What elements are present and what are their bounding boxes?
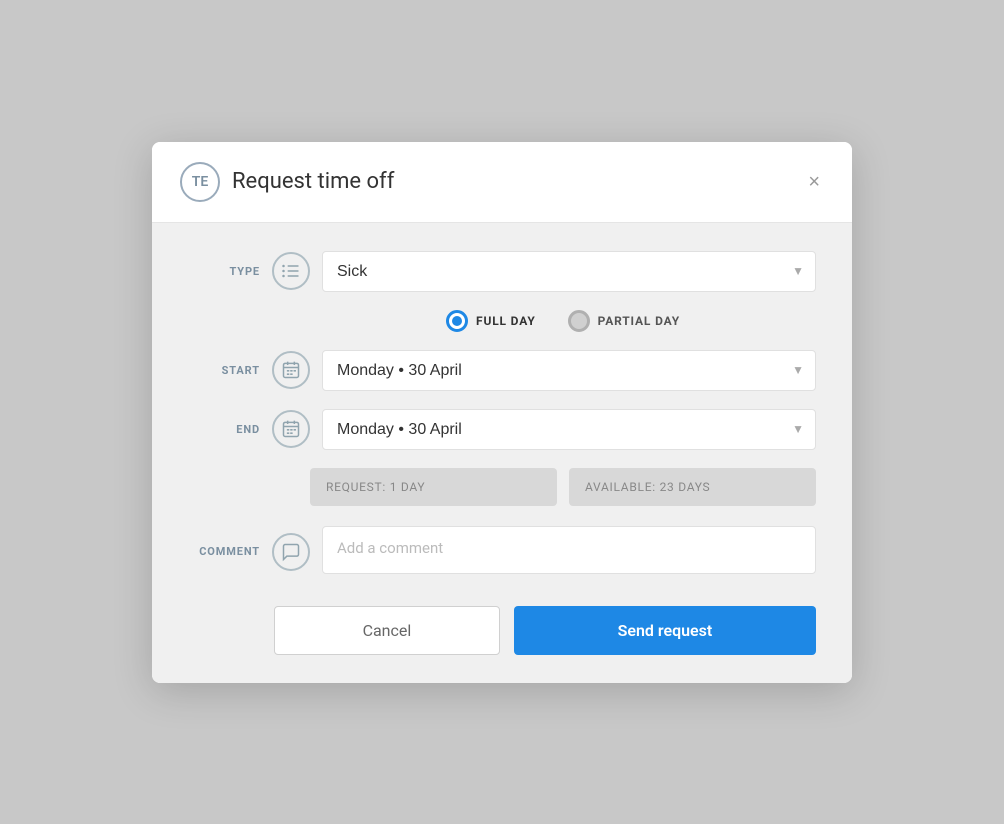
type-select[interactable]: Sick Vacation Personal Other bbox=[322, 251, 816, 292]
calendar-end-icon bbox=[281, 419, 301, 439]
modal-container: TE Request time off × TYPE bbox=[152, 142, 852, 683]
modal-overlay: TE Request time off × TYPE bbox=[0, 0, 1004, 824]
modal-body: TYPE Sick Vacation Persona bbox=[152, 223, 852, 606]
end-select[interactable]: Monday • 30 April bbox=[322, 409, 816, 450]
available-label: AVAILABLE: bbox=[585, 480, 656, 494]
end-select-wrapper: Monday • 30 April ▼ bbox=[322, 409, 816, 450]
info-boxes: REQUEST: 1 DAY AVAILABLE: 23 DAYS bbox=[188, 468, 816, 506]
start-row: START Monda bbox=[188, 350, 816, 391]
request-value: 1 DAY bbox=[390, 480, 426, 494]
type-row: TYPE Sick Vacation Persona bbox=[188, 251, 816, 292]
comment-input-wrapper bbox=[322, 526, 816, 578]
cancel-button[interactable]: Cancel bbox=[274, 606, 500, 655]
comment-input[interactable] bbox=[322, 526, 816, 574]
start-select-wrapper: Monday • 30 April ▼ bbox=[322, 350, 816, 391]
type-label: TYPE bbox=[188, 265, 260, 278]
end-icon-circle bbox=[272, 410, 310, 448]
full-day-option[interactable]: FULL DAY bbox=[446, 310, 536, 332]
request-box: REQUEST: 1 DAY bbox=[310, 468, 557, 506]
day-type-row: FULL DAY PARTIAL DAY bbox=[188, 310, 816, 332]
full-day-radio-dot bbox=[452, 316, 462, 326]
comment-icon bbox=[281, 542, 301, 562]
end-label: END bbox=[188, 423, 260, 436]
partial-day-radio[interactable] bbox=[568, 310, 590, 332]
request-label: REQUEST: bbox=[326, 480, 386, 494]
start-icon-circle bbox=[272, 351, 310, 389]
modal-header-left: TE Request time off bbox=[180, 162, 394, 202]
modal-title: Request time off bbox=[232, 169, 394, 194]
close-button[interactable]: × bbox=[804, 168, 824, 196]
comment-row: COMMENT bbox=[188, 526, 816, 578]
full-day-label: FULL DAY bbox=[476, 314, 536, 328]
partial-day-option[interactable]: PARTIAL DAY bbox=[568, 310, 680, 332]
full-day-radio[interactable] bbox=[446, 310, 468, 332]
logo-circle: TE bbox=[180, 162, 220, 202]
partial-day-label: PARTIAL DAY bbox=[598, 314, 680, 328]
comment-icon-circle bbox=[272, 533, 310, 571]
comment-label: COMMENT bbox=[188, 545, 260, 558]
calendar-icon bbox=[281, 360, 301, 380]
type-select-wrapper: Sick Vacation Personal Other ▼ bbox=[322, 251, 816, 292]
available-value: 23 DAYS bbox=[660, 480, 711, 494]
modal-header: TE Request time off × bbox=[152, 142, 852, 223]
send-request-button[interactable]: Send request bbox=[514, 606, 816, 655]
start-label: START bbox=[188, 364, 260, 377]
start-select[interactable]: Monday • 30 April bbox=[322, 350, 816, 391]
end-row: END Monday bbox=[188, 409, 816, 450]
available-box: AVAILABLE: 23 DAYS bbox=[569, 468, 816, 506]
list-icon bbox=[281, 261, 301, 281]
type-icon-circle bbox=[272, 252, 310, 290]
modal-footer: Cancel Send request bbox=[152, 606, 852, 683]
